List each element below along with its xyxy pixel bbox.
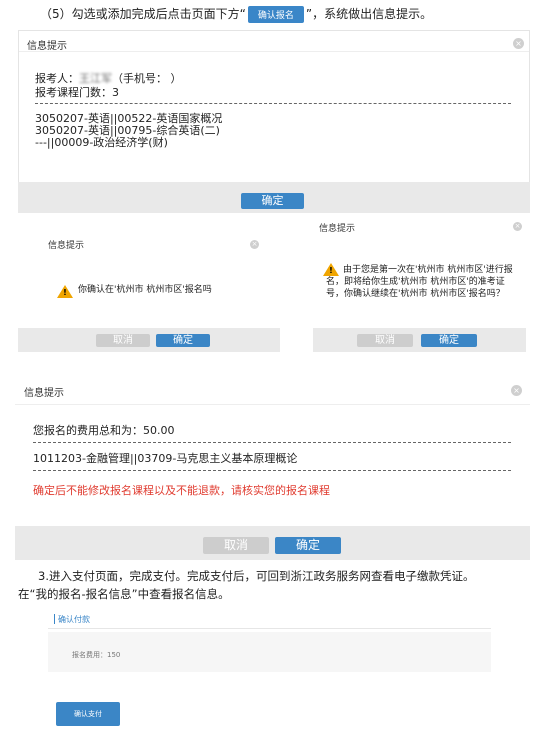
dashed-divider bbox=[33, 470, 511, 471]
instruction-step3-line2: 在“我的报名-报名信息”中查看报名信息。 bbox=[18, 587, 230, 601]
dashed-divider bbox=[33, 442, 511, 443]
instruction-step3-line1: 3.进入支付页面，完成支付。完成支付后，可回到浙江政务服务网查看电子缴款凭证。 bbox=[38, 569, 475, 583]
warning-text: 确定后不能修改报名课程以及不能退款，请核实您的报名课程 bbox=[33, 484, 330, 497]
applicant-line: 报考人：王江军（手机号： ） bbox=[35, 73, 182, 85]
info-dialog-first-time: 信息提示 × ! 由于您是第一次在'杭州市 杭州市区'进行报 名，即将给你生成'… bbox=[313, 215, 526, 352]
section-label: 确认付款 bbox=[58, 615, 90, 624]
dashed-divider bbox=[35, 103, 511, 104]
dialog-title: 信息提示 bbox=[319, 224, 356, 234]
fee-box: 报名费用：150 bbox=[48, 632, 491, 672]
confirm-button[interactable]: 确定 bbox=[275, 537, 341, 554]
close-icon[interactable]: × bbox=[513, 222, 522, 231]
dialog-footer bbox=[313, 328, 526, 352]
applicant-name: 王江军 bbox=[79, 72, 112, 85]
confirm-pay-button[interactable]: 确认支付 bbox=[56, 702, 120, 726]
confirm-button[interactable]: 确定 bbox=[421, 334, 477, 347]
phone-text: （手机号： ） bbox=[112, 72, 182, 85]
dialog-footer bbox=[15, 526, 530, 560]
dialog-message-line: 号，你确认继续在'杭州市 杭州市区'报名吗？ bbox=[326, 289, 505, 299]
info-dialog-course-list: 信息提示 × 报考人：王江军（手机号： ） 报考课程门数：3 3050207-英… bbox=[18, 30, 530, 213]
applicant-label: 报考人： bbox=[35, 72, 79, 85]
confirm-register-button-ref: 确认报名 bbox=[247, 6, 304, 23]
dialog-message-line: 名，即将给你生成'杭州市 杭州市区'的准考证 bbox=[326, 277, 505, 287]
dialog-title: 信息提示 bbox=[48, 241, 85, 251]
cancel-button[interactable]: 取消 bbox=[96, 334, 150, 347]
warning-icon: ! bbox=[57, 285, 73, 299]
dialog-message: 你确认在'杭州市 杭州市区'报名吗 bbox=[78, 285, 212, 295]
instruction-prefix: （5）勾选或添加完成后点击页面下方“ bbox=[40, 7, 246, 21]
close-icon[interactable]: × bbox=[250, 240, 259, 249]
course-count: 报考课程门数：3 bbox=[35, 86, 119, 99]
course-item: ---||00009-政治经济学(财) bbox=[35, 136, 168, 149]
cancel-button[interactable]: 取消 bbox=[357, 334, 413, 347]
close-icon[interactable]: × bbox=[511, 385, 522, 396]
divider bbox=[48, 628, 491, 629]
course-item: 1011203-金融管理||03709-马克思主义基本原理概论 bbox=[33, 452, 298, 465]
close-icon[interactable]: × bbox=[513, 38, 524, 49]
dialog-message-line: 由于您是第一次在'杭州市 杭州市区'进行报 bbox=[343, 265, 513, 275]
confirm-button[interactable]: 确定 bbox=[156, 334, 210, 347]
instruction-top: （5）勾选或添加完成后点击页面下方“ 确认报名 ”，系统做出信息提示。 bbox=[40, 5, 432, 23]
instruction-suffix: ”，系统做出信息提示。 bbox=[305, 7, 433, 21]
info-dialog-fee: 信息提示 × 您报名的费用总和为：50.00 1011203-金融管理||037… bbox=[15, 377, 530, 560]
info-dialog-confirm-location: 信息提示 × ! 你确认在'杭州市 杭州市区'报名吗 取消 确定 bbox=[18, 228, 280, 352]
dialog-title: 信息提示 bbox=[24, 388, 64, 399]
divider bbox=[15, 404, 530, 405]
cancel-button[interactable]: 取消 bbox=[203, 537, 269, 554]
divider bbox=[19, 51, 529, 52]
warning-icon: ! bbox=[323, 263, 339, 277]
section-marker bbox=[54, 614, 55, 624]
fee-total: 您报名的费用总和为：50.00 bbox=[33, 424, 175, 437]
confirm-button[interactable]: 确定 bbox=[241, 193, 304, 209]
fee-text: 报名费用：150 bbox=[72, 651, 121, 659]
dialog-title: 信息提示 bbox=[27, 41, 67, 52]
